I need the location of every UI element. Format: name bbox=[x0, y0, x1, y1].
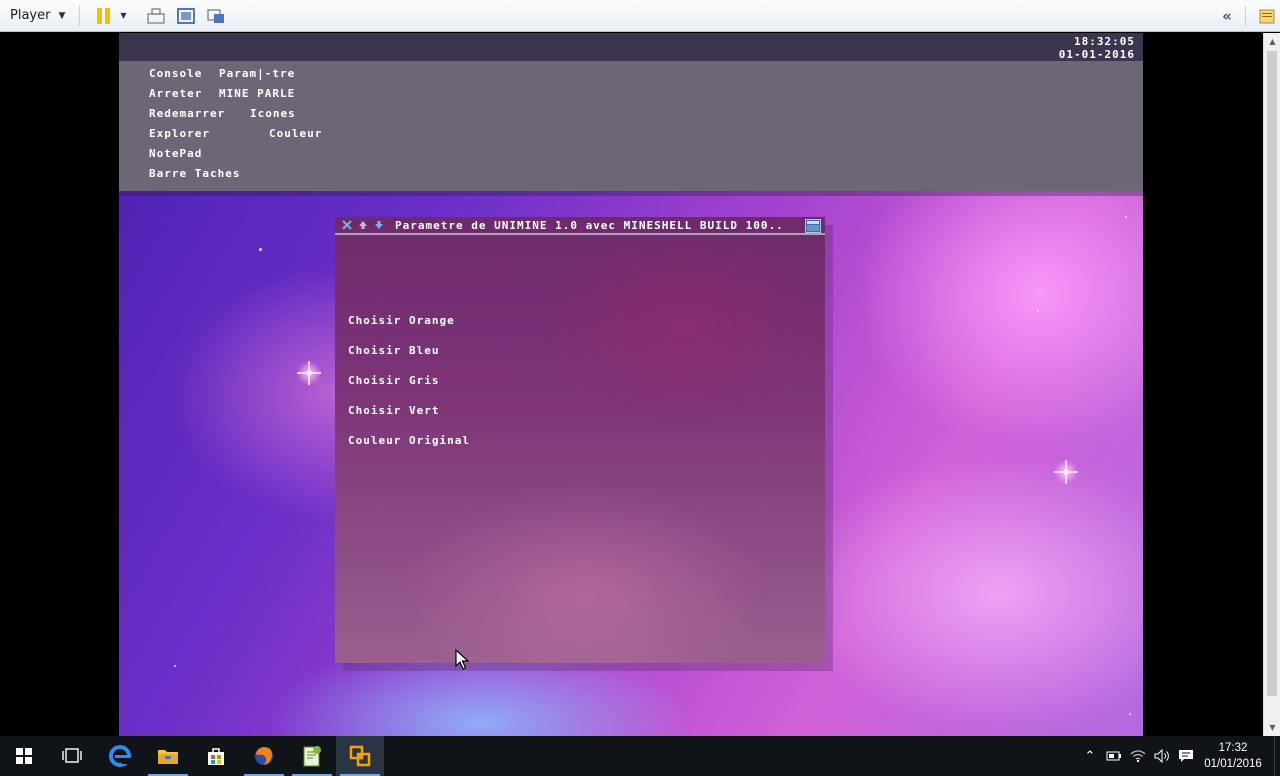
original-color-option[interactable]: Couleur Original bbox=[348, 434, 470, 447]
scrollbar-thumb[interactable] bbox=[1267, 51, 1277, 696]
menu-item-redemarrer[interactable]: Redemarrer bbox=[149, 107, 225, 121]
chevron-up-icon: ⌃ bbox=[1084, 748, 1096, 764]
wifi-off-icon bbox=[1130, 750, 1146, 763]
show-hidden-icons-button[interactable]: ⌃ bbox=[1078, 736, 1102, 776]
window-title: Parametre de UNIMINE 1.0 avec MINESHELL … bbox=[395, 218, 784, 232]
menu-item-console[interactable]: Console bbox=[149, 67, 202, 81]
chevron-down-icon: ▼ bbox=[58, 10, 66, 21]
fullscreen-icon bbox=[177, 7, 196, 24]
vmware-player-button[interactable] bbox=[336, 736, 384, 776]
menu-item-notepad[interactable]: NotePad bbox=[149, 147, 202, 161]
edge-button[interactable] bbox=[96, 736, 144, 776]
player-menu-label: Player bbox=[10, 8, 51, 23]
choose-blue-option[interactable]: Choisir Bleu bbox=[348, 344, 439, 357]
collapse-sidebar-button[interactable]: « bbox=[1217, 7, 1237, 25]
scroll-up-button[interactable]: ▲ bbox=[1264, 33, 1280, 50]
folder-note-icon bbox=[1259, 9, 1275, 24]
menu-item-icones[interactable]: Icones bbox=[250, 107, 296, 121]
star-flare bbox=[1054, 460, 1078, 484]
menu-item-barre-taches[interactable]: Barre Taches bbox=[149, 167, 240, 181]
notification-icon bbox=[1179, 750, 1193, 762]
choose-orange-option[interactable]: Choisir Orange bbox=[348, 314, 455, 327]
file-explorer-button[interactable] bbox=[144, 736, 192, 776]
star bbox=[1037, 310, 1039, 312]
firefox-icon bbox=[255, 747, 273, 765]
edge-icon bbox=[109, 745, 131, 767]
unity-icon bbox=[207, 8, 225, 23]
window-icon bbox=[805, 219, 821, 233]
vertical-scrollbar[interactable]: ▲ ▼ bbox=[1263, 33, 1280, 736]
chevron-down-icon: ▼ bbox=[120, 11, 127, 20]
firefox-button[interactable] bbox=[240, 736, 288, 776]
guest-clock: 18:32:05 01-01-2016 bbox=[1059, 35, 1135, 61]
pause-icon bbox=[97, 7, 111, 24]
star-flare bbox=[297, 361, 321, 385]
player-toolbar: Player ▼ ▼ « bbox=[0, 0, 1280, 32]
file-explorer-icon bbox=[158, 750, 178, 764]
mouse-cursor-icon bbox=[455, 648, 470, 675]
taskbar-date: 01/01/2016 bbox=[1204, 758, 1262, 770]
menu-item-explorer[interactable]: Explorer bbox=[149, 127, 210, 141]
full-screen-button[interactable] bbox=[174, 5, 198, 27]
start-menu-panel: Console Param|-tre Arreter MINE PARLE Re… bbox=[119, 61, 1143, 191]
pause-dropdown[interactable]: ▼ bbox=[118, 5, 128, 27]
windows-taskbar: ⌃ 17:32 01/01/2016 bbox=[0, 736, 1280, 776]
store-button[interactable] bbox=[192, 736, 240, 776]
menu-item-parametre[interactable]: Param|-tre bbox=[219, 67, 295, 81]
star bbox=[259, 248, 262, 251]
star bbox=[1129, 713, 1131, 715]
menu-item-couleur[interactable]: Couleur bbox=[269, 127, 322, 141]
windows-logo-icon bbox=[16, 748, 32, 764]
volume-button[interactable] bbox=[1150, 736, 1174, 776]
network-button[interactable] bbox=[1126, 736, 1150, 776]
notepad-plus-plus-icon bbox=[303, 746, 321, 767]
chevron-down-icon: ▼ bbox=[1269, 723, 1276, 732]
clock-date: 01-01-2016 bbox=[1058, 48, 1135, 61]
keyboard-icon bbox=[147, 7, 165, 24]
menu-item-arreter[interactable]: Arreter bbox=[149, 87, 202, 101]
star bbox=[174, 665, 176, 667]
show-desktop-button[interactable] bbox=[1274, 736, 1280, 776]
system-tray: ⌃ 17:32 01/01/2016 bbox=[1078, 736, 1280, 776]
chevron-up-icon: ▲ bbox=[1269, 37, 1276, 46]
start-button[interactable] bbox=[0, 736, 48, 776]
close-button[interactable] bbox=[339, 217, 355, 233]
move-up-button[interactable] bbox=[355, 217, 371, 233]
unity-button[interactable] bbox=[204, 5, 228, 27]
task-view-button[interactable] bbox=[48, 736, 96, 776]
toolbar-divider bbox=[79, 5, 81, 26]
notepad-plus-plus-button[interactable] bbox=[288, 736, 336, 776]
guest-desktop: 18:32:05 01-01-2016 Console Param|-tre A… bbox=[119, 33, 1143, 736]
library-button[interactable] bbox=[1254, 8, 1280, 24]
choose-green-option[interactable]: Choisir Vert bbox=[348, 404, 439, 417]
settings-window: Parametre de UNIMINE 1.0 avec MINESHELL … bbox=[335, 217, 825, 663]
vmware-player-icon bbox=[349, 745, 371, 767]
menu-item-mine-parle[interactable]: MINE PARLE bbox=[219, 87, 295, 101]
task-view-icon bbox=[62, 748, 82, 763]
battery-button[interactable] bbox=[1102, 736, 1126, 776]
pause-button[interactable] bbox=[92, 5, 116, 27]
speaker-icon bbox=[1154, 749, 1169, 763]
toolbar-divider bbox=[1245, 6, 1246, 26]
player-menu-button[interactable]: Player ▼ bbox=[10, 8, 65, 23]
taskbar-clock[interactable]: 17:32 01/01/2016 bbox=[1198, 740, 1268, 772]
arrow-down-icon bbox=[375, 221, 383, 229]
clock-time: 18:32:05 bbox=[1074, 35, 1135, 48]
double-chevron-left-icon: « bbox=[1222, 7, 1232, 25]
menu-shadow bbox=[119, 191, 1143, 196]
star bbox=[1125, 216, 1127, 218]
scroll-down-button[interactable]: ▼ bbox=[1264, 719, 1280, 736]
choose-gray-option[interactable]: Choisir Gris bbox=[348, 374, 439, 387]
store-icon bbox=[208, 748, 224, 765]
battery-plug-icon bbox=[1106, 751, 1121, 761]
move-down-button[interactable] bbox=[371, 217, 387, 233]
action-center-button[interactable] bbox=[1174, 736, 1198, 776]
send-ctrl-alt-del-button[interactable] bbox=[144, 5, 168, 27]
top-bar: 18:32:05 01-01-2016 bbox=[119, 33, 1143, 61]
window-title-bar[interactable]: Parametre de UNIMINE 1.0 avec MINESHELL … bbox=[335, 217, 825, 235]
taskbar-time: 17:32 bbox=[1218, 742, 1248, 754]
arrow-up-icon bbox=[359, 221, 367, 229]
maximize-button[interactable] bbox=[805, 218, 821, 233]
close-icon bbox=[342, 220, 352, 230]
